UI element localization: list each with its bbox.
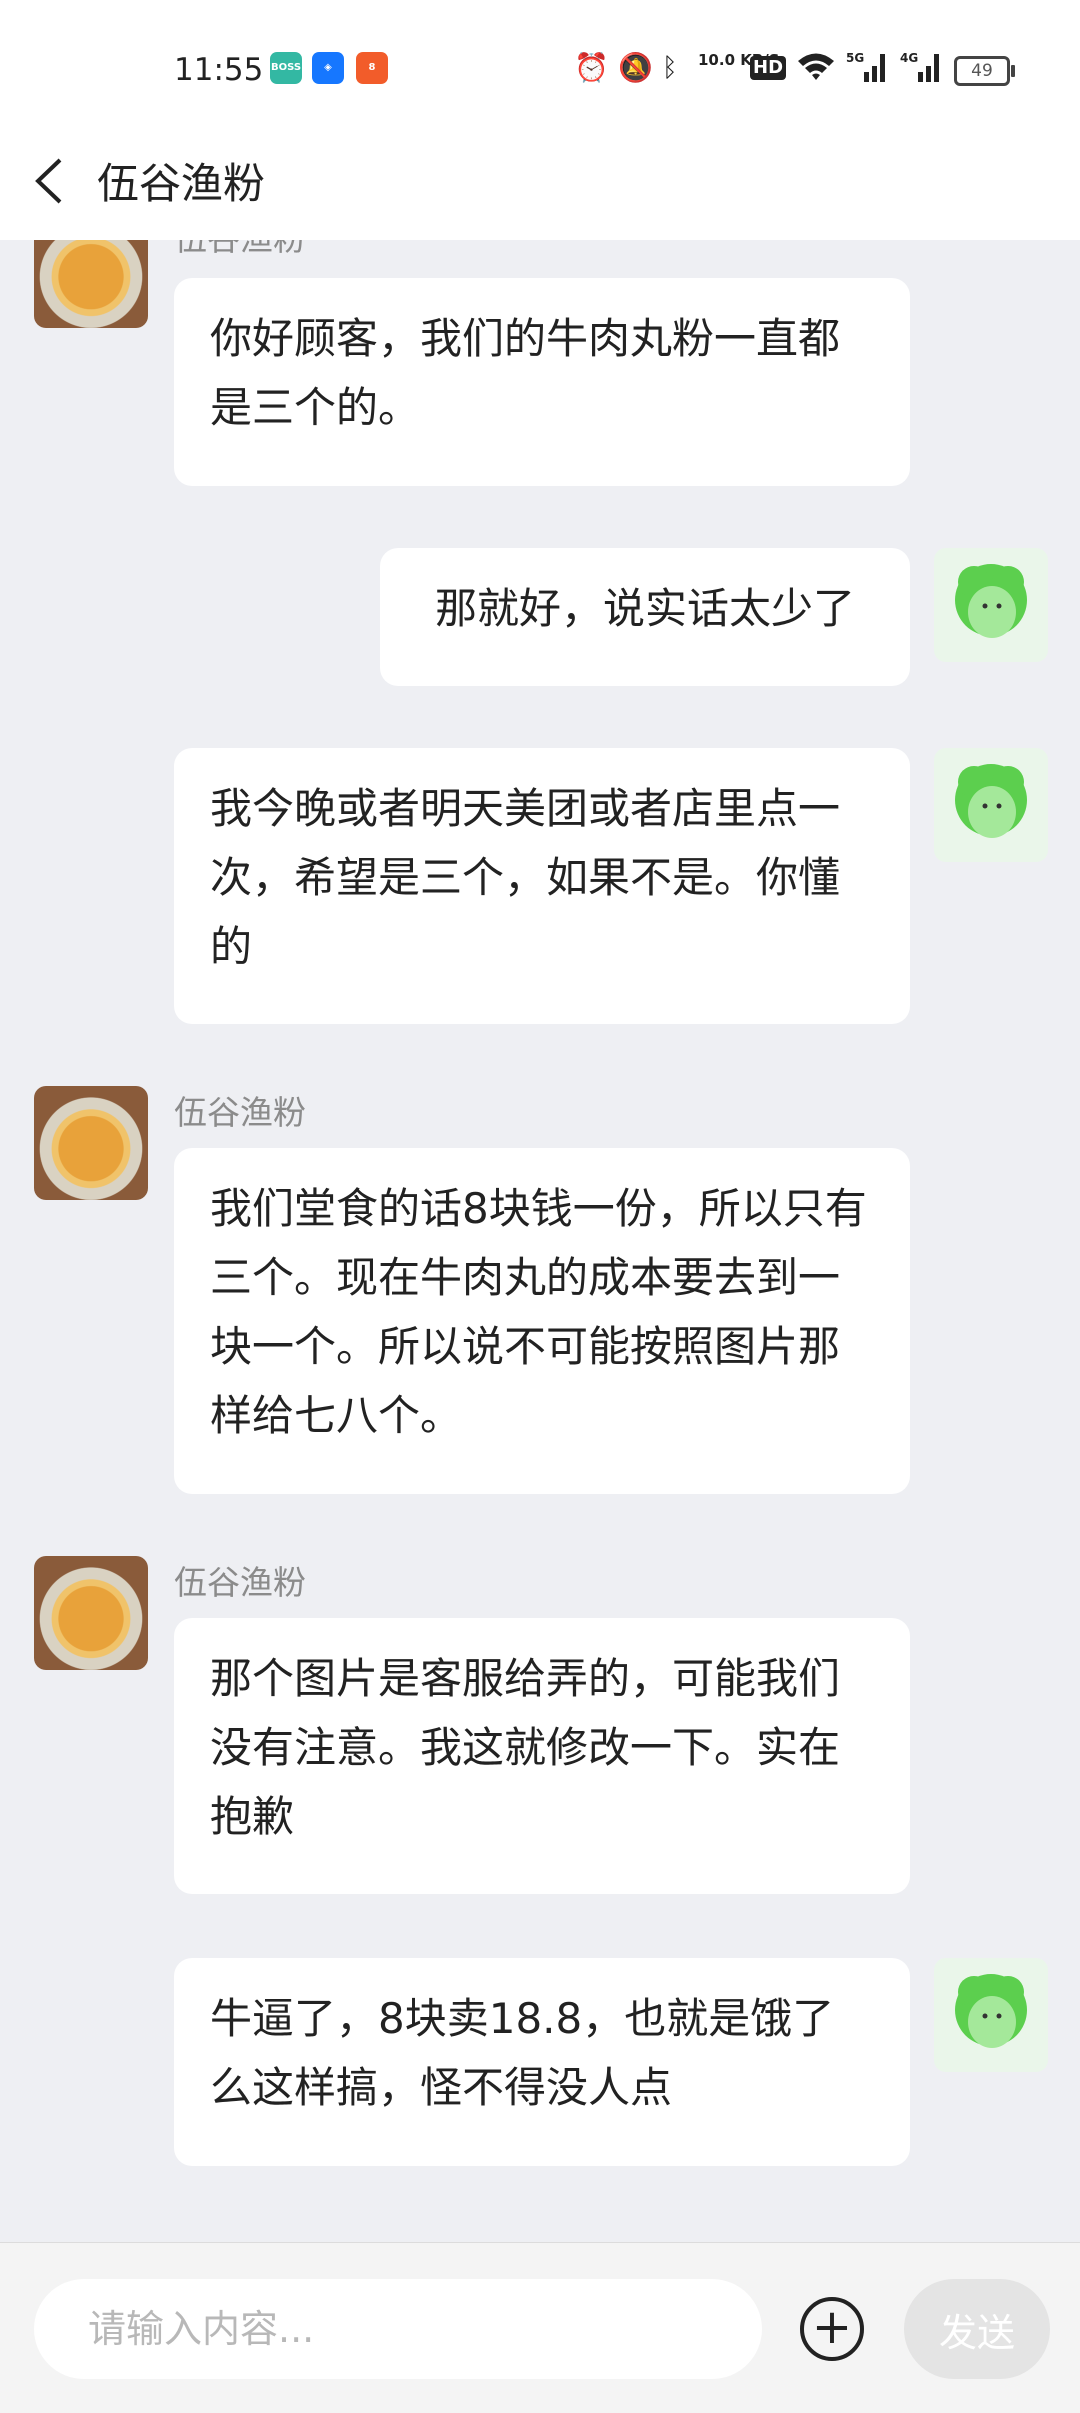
user-avatar-icon: [955, 1974, 1027, 2048]
user-avatar-icon: [955, 564, 1027, 638]
bluetooth-icon: ᛒ: [662, 53, 678, 83]
signal-4g-label: 4G: [900, 51, 918, 65]
message-bubble[interactable]: 牛逼了，8块卖18.8，也就是饿了么这样搞，怪不得没人点: [174, 1958, 910, 2166]
signal-5g-icon: 5G: [846, 50, 890, 86]
sender-name: 伍谷渔粉: [174, 1093, 306, 1132]
hd-voice-icon: HD: [750, 56, 787, 80]
chat-header: 伍谷渔粉: [0, 110, 1080, 240]
signal-4g-icon: 4G: [900, 50, 944, 86]
user-avatar[interactable]: [934, 1958, 1048, 2072]
message-bubble[interactable]: 我们堂食的话8块钱一份，所以只有三个。现在牛肉丸的成本要去到一块一个。所以说不可…: [174, 1148, 910, 1494]
shop-avatar[interactable]: [34, 240, 148, 328]
message-bubble[interactable]: 那个图片是客服给弄的，可能我们没有注意。我这就修改一下。实在抱歉: [174, 1618, 910, 1894]
mute-icon: 🔕: [618, 51, 653, 84]
signal-5g-label: 5G: [846, 51, 864, 65]
shop-avatar[interactable]: [34, 1556, 148, 1670]
boss-zhipin-icon: BOSS: [270, 52, 302, 84]
battery-indicator: 49: [954, 56, 1015, 86]
message-bubble[interactable]: 那就好，说实话太少了: [380, 548, 910, 686]
app-icon: 8: [356, 52, 388, 84]
message-input[interactable]: [34, 2279, 762, 2379]
chat-title: 伍谷渔粉: [97, 159, 266, 208]
user-avatar-icon: [955, 764, 1027, 838]
input-bar: + 发送: [0, 2242, 1080, 2413]
shop-avatar[interactable]: [34, 1086, 148, 1200]
alarm-icon: ⏰: [574, 51, 609, 84]
back-arrow-icon[interactable]: [30, 156, 70, 204]
user-avatar[interactable]: [934, 548, 1048, 662]
sender-name: 伍谷渔粉: [174, 240, 306, 260]
status-time: 11:55: [174, 52, 264, 88]
user-avatar[interactable]: [934, 748, 1048, 862]
alipay-icon: ◈: [312, 52, 344, 84]
message-bubble[interactable]: 我今晚或者明天美团或者店里点一次，希望是三个，如果不是。你懂的: [174, 748, 910, 1024]
wifi-icon: [796, 50, 836, 86]
sender-name: 伍谷渔粉: [174, 1563, 306, 1602]
add-attachment-button[interactable]: +: [800, 2297, 864, 2361]
message-bubble[interactable]: 你好顾客，我们的牛肉丸粉一直都是三个的。: [174, 278, 910, 486]
message-list[interactable]: 伍谷渔粉 你好顾客，我们的牛肉丸粉一直都是三个的。 那就好，说实话太少了 我今晚…: [0, 240, 1080, 2240]
send-button[interactable]: 发送: [904, 2279, 1050, 2379]
plus-icon: +: [811, 2299, 853, 2355]
